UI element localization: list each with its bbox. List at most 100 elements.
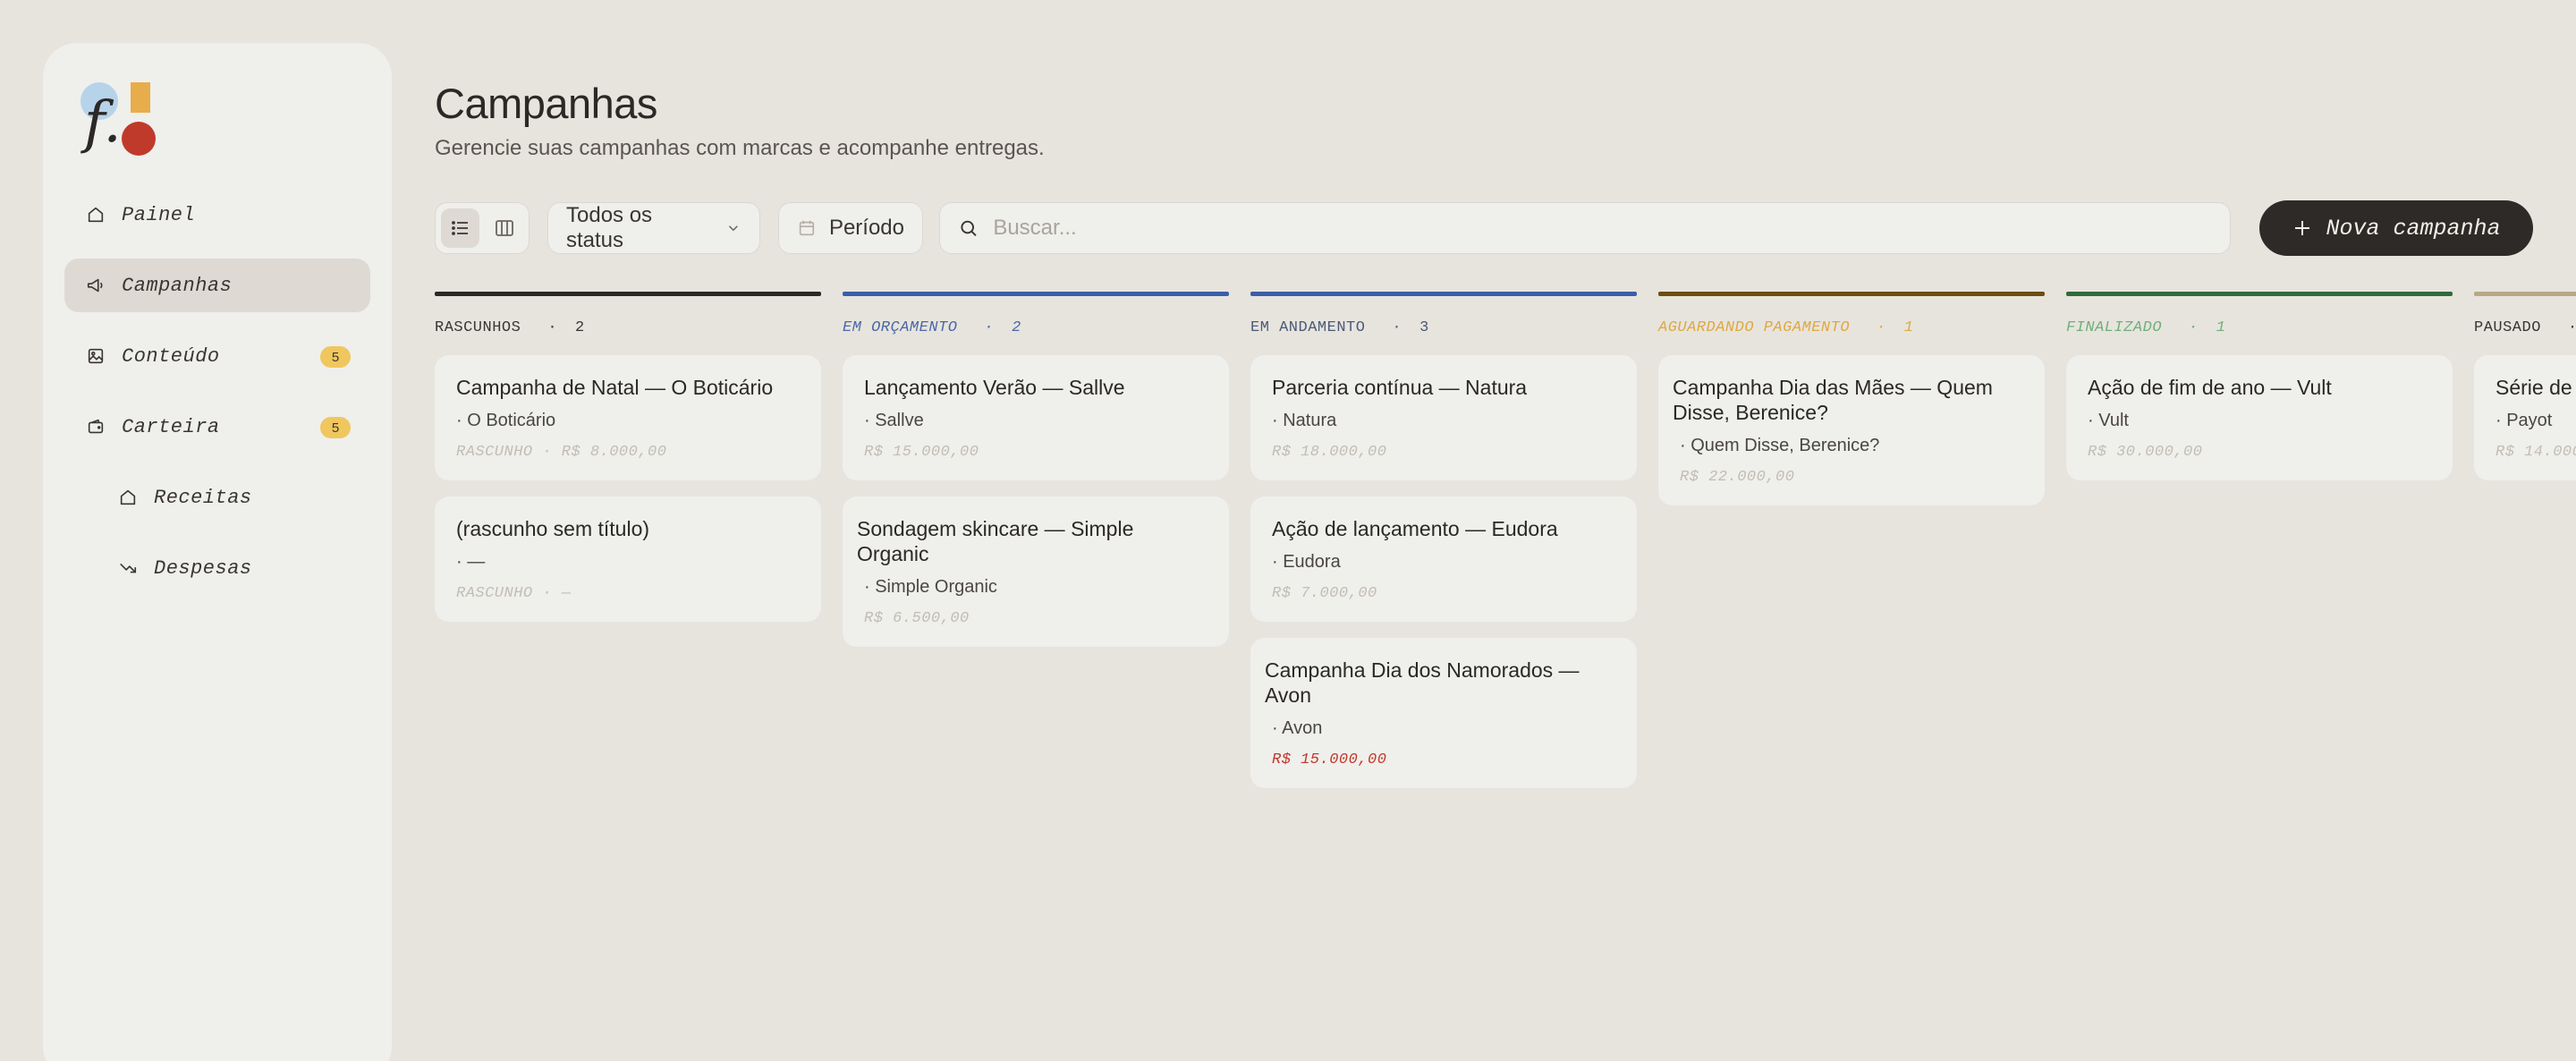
image-icon	[84, 344, 107, 368]
column-title: EM ANDAMENTO	[1250, 318, 1366, 336]
column-count: 1	[2216, 318, 2226, 336]
view-toggle	[435, 202, 530, 254]
period-filter-button[interactable]: Período	[778, 202, 923, 254]
card-amount: R$ 22.000,00	[1680, 469, 1795, 486]
column-header: AGUARDANDO PAGAMENTO · 1	[1658, 314, 2045, 341]
card-title: Ação de lançamento — Eudora	[1272, 517, 1558, 540]
card-title: Campanha Dia dos Namorados — Avon	[1265, 658, 1580, 707]
card-title: Série de	[2496, 376, 2572, 399]
calendar-icon	[799, 220, 815, 236]
card-brand: · —	[456, 552, 486, 572]
home-icon	[116, 486, 140, 509]
card-title: Sondagem skincare — Simple Organic	[857, 517, 1134, 565]
column-separator: ·	[2189, 318, 2199, 336]
campaign-card[interactable]: Campanha Dia dos Namorados — Avon · Avon…	[1250, 638, 1637, 788]
column-color-bar	[843, 292, 1229, 296]
column-count: 3	[1419, 318, 1429, 336]
card-brand: · Eudora	[1272, 552, 1341, 572]
logo-letter: f.	[84, 89, 122, 156]
column-em-orcamento: EM ORÇAMENTO · 2 Lançamento Verão — Sall…	[843, 292, 1229, 663]
board-view-button[interactable]	[485, 208, 523, 248]
card-amount: R$ 6.500,00	[864, 610, 970, 627]
status-filter-label: Todos os status	[566, 203, 653, 252]
app-logo[interactable]: f.	[80, 82, 161, 163]
column-separator: ·	[547, 318, 558, 336]
sidebar-item-campanhas[interactable]: Campanhas	[64, 259, 370, 312]
toolbar: Todos os status Período Nova campanha	[435, 200, 2533, 256]
chevron-down-icon	[729, 225, 739, 232]
column-title: RASCUNHOS	[435, 318, 521, 336]
card-brand: · Avon	[1272, 718, 1323, 738]
column-aguardando-pagamento: AGUARDANDO PAGAMENTO · 1 Campanha Dia da…	[1658, 292, 2045, 522]
column-header: EM ORÇAMENTO · 2	[843, 314, 1229, 341]
column-title: FINALIZADO	[2066, 318, 2163, 336]
card-title: Campanha de Natal — O Boticário	[456, 376, 774, 399]
count-badge: 5	[320, 346, 351, 368]
column-separator: ·	[2568, 319, 2576, 336]
kanban-board: RASCUNHOS · 2 Campanha de Natal — O Boti…	[435, 292, 2576, 1061]
new-campaign-button[interactable]: Nova campanha	[2259, 200, 2533, 256]
campaign-card[interactable]: Parceria contínua — Natura · Natura R$ 1…	[1250, 355, 1637, 480]
sidebar-item-label: Conteúdo	[122, 344, 220, 368]
campaign-card[interactable]: Ação de lançamento — Eudora · Eudora R$ …	[1250, 497, 1637, 622]
column-color-bar	[2066, 292, 2453, 296]
column-rascunhos: RASCUNHOS · 2 Campanha de Natal — O Boti…	[435, 292, 821, 638]
list-view-button[interactable]	[441, 208, 479, 248]
sidebar-item-painel[interactable]: Painel	[64, 188, 370, 242]
sidebar-item-conteudo[interactable]: Conteúdo 5	[64, 329, 370, 383]
campaign-card[interactable]: Ação de fim de ano — Vult · Vult R$ 30.0…	[2066, 355, 2453, 480]
trend-down-icon	[116, 556, 140, 580]
card-amount: R$ 30.000,00	[2088, 444, 2203, 461]
campaign-card[interactable]: Sondagem skincare — Simple Organic · Sim…	[843, 497, 1229, 647]
new-campaign-label: Nova campanha	[2326, 215, 2501, 242]
columns-icon	[495, 220, 513, 236]
sidebar-item-despesas[interactable]: Despesas	[64, 541, 370, 595]
list-icon	[451, 221, 468, 235]
sidebar-item-carteira[interactable]: Carteira 5	[64, 400, 370, 454]
column-color-bar	[1250, 292, 1637, 296]
status-filter-select[interactable]: Todos os status	[547, 202, 760, 254]
card-amount: R$ 15.000,00	[1272, 751, 1387, 768]
logo-yellow-rect	[131, 82, 150, 113]
column-title: EM ORÇAMENTO	[843, 318, 958, 336]
sidebar-item-label: Despesas	[154, 556, 252, 580]
card-brand: · Natura	[1272, 411, 1337, 430]
sidebar-item-receitas[interactable]: Receitas	[64, 471, 370, 524]
logo-red-circle	[122, 122, 156, 156]
card-amount: R$ 18.000,00	[1272, 444, 1387, 461]
card-brand: · Sallve	[864, 411, 924, 430]
column-title: AGUARDANDO PAGAMENTO	[1658, 318, 1851, 336]
sidebar-item-label: Painel	[122, 203, 196, 226]
column-header: FINALIZADO · 1	[2066, 314, 2453, 341]
plus-icon	[2295, 221, 2310, 235]
campaign-card[interactable]: Série de · Payot R$ 14.000,00	[2474, 355, 2576, 480]
search-input[interactable]	[993, 216, 2212, 241]
sidebar-item-label: Carteira	[122, 415, 220, 438]
page-subtitle: Gerencie suas campanhas com marcas e aco…	[435, 136, 1045, 160]
campaign-card[interactable]: Campanha Dia das Mães — Quem Disse, Bere…	[1658, 355, 2045, 505]
home-icon	[84, 203, 107, 226]
column-separator: ·	[1877, 318, 1886, 336]
campaign-card[interactable]: Campanha de Natal — O Boticário · O Boti…	[435, 355, 821, 480]
period-filter-label: Período	[828, 216, 904, 240]
column-header: EM ANDAMENTO · 3	[1250, 314, 1637, 341]
column-finalizado: FINALIZADO · 1 Ação de fim de ano — Vult…	[2066, 292, 2453, 497]
megaphone-icon	[84, 274, 107, 297]
column-separator: ·	[1392, 318, 1402, 336]
card-brand: · Vult	[2088, 411, 2129, 430]
column-color-bar	[2474, 292, 2576, 296]
column-count: 2	[1012, 318, 1021, 336]
page-title: Campanhas	[435, 80, 657, 127]
card-amount: R$ 14.000,00	[2496, 444, 2576, 461]
column-color-bar	[1658, 292, 2045, 296]
card-brand: · O Boticário	[456, 411, 556, 430]
column-color-bar	[435, 292, 821, 296]
campaign-card[interactable]: Lançamento Verão — Sallve · Sallve R$ 15…	[843, 355, 1229, 480]
card-title: Lançamento Verão — Sallve	[864, 376, 1125, 399]
campaign-card[interactable]: (rascunho sem título) · — RASCUNHO · —	[435, 497, 821, 622]
card-amount: R$ 7.000,00	[1272, 585, 1377, 602]
column-header: PAUSADO ·	[2474, 314, 2576, 341]
count-badge: 5	[320, 417, 351, 438]
card-brand: · Simple Organic	[864, 577, 997, 597]
column-separator: ·	[984, 318, 995, 336]
